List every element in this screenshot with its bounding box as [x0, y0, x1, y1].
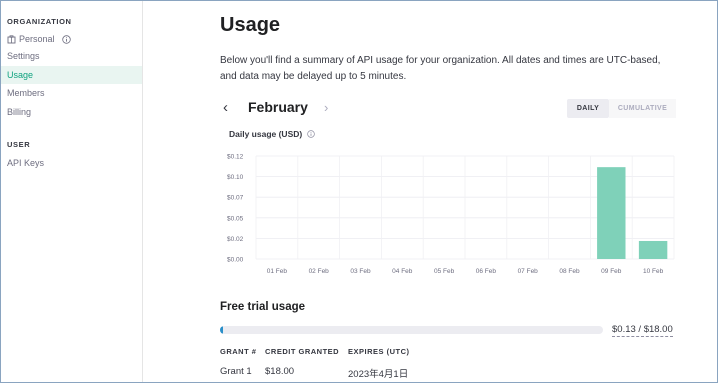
chevron-right-icon[interactable]: ›	[324, 98, 328, 118]
sidebar-item-members[interactable]: Members	[1, 84, 142, 102]
credit-granted-header: CREDIT GRANTED	[265, 347, 340, 356]
app-window: ORGANIZATION Personal Settings Usage Mem…	[0, 0, 718, 383]
info-icon[interactable]	[306, 130, 315, 139]
current-month: February	[248, 99, 308, 115]
y-tick-label: $0.10	[227, 174, 244, 181]
grant-number-cell: Grant 1	[220, 366, 252, 377]
x-tick-label: 08 Feb	[559, 268, 580, 275]
y-tick-label: $0.12	[227, 154, 244, 161]
organization-section-label: ORGANIZATION	[7, 17, 72, 26]
sidebar: ORGANIZATION Personal Settings Usage Mem…	[1, 1, 143, 382]
daily-usage-chart: $0.00 $0.02 $0.05 $0.07 $0.10 $0.12 01 Feb 02 F…	[227, 154, 675, 275]
y-tick-label: $0.05	[227, 215, 244, 222]
x-tick-label: 07 Feb	[518, 268, 539, 275]
org-name-label: Personal	[19, 34, 55, 44]
y-tick-label: $0.07	[227, 195, 244, 202]
info-icon[interactable]	[61, 34, 71, 44]
credit-granted-cell: $18.00	[265, 366, 295, 377]
free-trial-title: Free trial usage	[220, 301, 306, 313]
toggle-cumulative-button[interactable]: CUMULATIVE	[609, 99, 676, 118]
grant-number-header: GRANT #	[220, 347, 257, 356]
page-description: Below you'll find a summary of API usage…	[220, 55, 661, 82]
x-tick-label: 03 Feb	[350, 268, 371, 275]
sidebar-item-usage[interactable]: Usage	[1, 66, 142, 84]
x-tick-label: 06 Feb	[476, 268, 497, 275]
usage-view-toggle: DAILY CUMULATIVE	[567, 99, 676, 118]
x-tick-label: 10 Feb	[643, 268, 664, 275]
main-content: Usage Below you'll find a summary of API…	[220, 1, 690, 382]
x-tick-label: 01 Feb	[267, 268, 288, 275]
building-icon	[7, 34, 16, 44]
chart-title: Daily usage (USD)	[229, 129, 315, 139]
free-trial-progress-fill	[220, 326, 224, 334]
chevron-left-icon[interactable]: ‹	[223, 98, 228, 118]
bar	[638, 240, 668, 259]
free-trial-progress-bar	[220, 326, 603, 334]
y-tick-label: $0.02	[227, 236, 244, 243]
page-title: Usage	[220, 14, 281, 36]
x-tick-label: 09 Feb	[601, 268, 622, 275]
bar	[597, 167, 626, 259]
x-tick-label: 04 Feb	[392, 268, 413, 275]
sidebar-item-billing[interactable]: Billing	[1, 103, 142, 121]
chart-title-text: Daily usage (USD)	[229, 129, 303, 139]
expires-header: EXPIRES (UTC)	[348, 347, 410, 356]
user-section-label: USER	[7, 140, 31, 149]
org-selector-personal[interactable]: Personal	[1, 30, 142, 48]
expires-cell: 2023年4月1日	[348, 369, 409, 380]
sidebar-item-api-keys[interactable]: API Keys	[1, 154, 142, 172]
toggle-daily-button[interactable]: DAILY	[567, 99, 609, 118]
y-tick-label: $0.00	[227, 257, 244, 264]
sidebar-item-settings[interactable]: Settings	[1, 47, 142, 65]
x-tick-label: 05 Feb	[434, 268, 455, 275]
free-trial-amount[interactable]: $0.13 / $18.00	[612, 324, 673, 337]
x-tick-label: 02 Feb	[309, 268, 330, 275]
